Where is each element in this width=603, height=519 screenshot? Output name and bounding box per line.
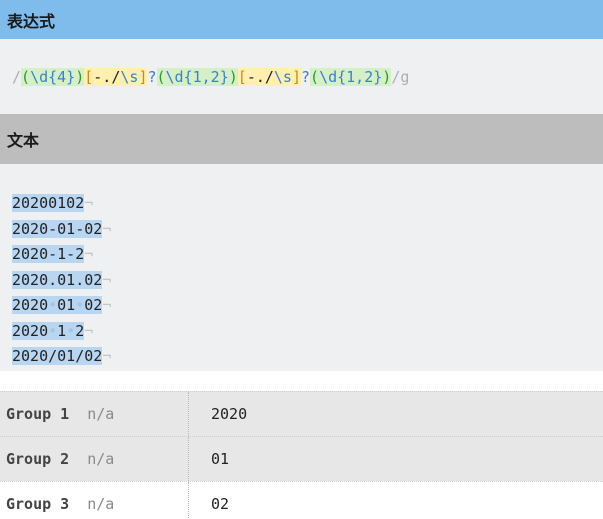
group-value: 02 [211, 495, 230, 513]
regex-group-1-close: ) [75, 67, 85, 86]
regex-group-1-digit: \d [30, 67, 49, 86]
match-highlight: 2020/01/02 [12, 347, 103, 365]
line-end-marker: ¬ [102, 347, 112, 365]
expression-header-title: 表达式 [7, 11, 56, 31]
regex-set-2-chars: -./ [246, 67, 274, 86]
test-text-editor[interactable]: 20200102¬ 2020-01-02¬ 2020-1-2¬ 2020.01.… [0, 164, 603, 371]
regex-set-1-whitespace: \s [120, 67, 139, 86]
regex-group-3-digit: \d [319, 67, 338, 86]
line-end-marker: ¬ [84, 245, 94, 263]
text-header: 文本 [0, 114, 603, 164]
regex-group-2-quantifier: {1,2} [183, 67, 229, 86]
match-part: 1 [57, 321, 67, 340]
regex-flags: g [400, 67, 410, 86]
match-part: 2020 [12, 296, 49, 314]
regex-set-2-close: ] [291, 67, 301, 86]
space-marker: • [66, 321, 76, 340]
line-end-marker: ¬ [102, 296, 112, 314]
match-part: 2 [75, 321, 85, 340]
match-highlight: 2020-01-02 [12, 219, 103, 238]
text-line: 20200102¬ [12, 191, 603, 217]
group-row: Group 1 n/a 2020 [0, 391, 603, 436]
match-highlight: 2020•1•2 [12, 321, 85, 340]
group-row: Group 2 n/a 01 [0, 436, 603, 481]
space-marker: • [48, 296, 58, 314]
match-highlight: 2020-1-2 [12, 245, 85, 263]
match-highlight: 2020•01•02 [12, 296, 103, 314]
text-line: 2020•01•02¬ [12, 293, 603, 319]
expression-editor[interactable]: /(\d {4})[-./\s]?(\d {1,2})[-./\s]?(\d {1,2… [0, 39, 603, 114]
match-part: 2020 [12, 321, 49, 340]
regex-set-1-open: [ [84, 67, 94, 86]
group-name-na: n/a [87, 450, 115, 468]
space-marker: • [48, 321, 58, 340]
regex-group-1-open: ( [21, 67, 31, 86]
match-highlight: 20200102 [12, 194, 85, 212]
text-line: 2020•1•2¬ [12, 319, 603, 345]
text-line: 2020/01/02¬ [12, 344, 603, 370]
text-line: 2020-1-2¬ [12, 242, 603, 268]
group-label-cell: Group 2 n/a [0, 437, 189, 481]
match-highlight: 2020.01.02 [12, 270, 103, 289]
group-name: Group 3 [6, 495, 70, 513]
expression-header: 表达式 [0, 0, 603, 39]
line-end-marker: ¬ [84, 321, 94, 340]
regex-group-3-quantifier: {1,2} [337, 67, 383, 86]
regex-group-3-open: ( [310, 67, 320, 86]
regex-group-2-open: ( [156, 67, 166, 86]
match-part: 02 [84, 296, 103, 314]
group-value: 2020 [211, 405, 248, 423]
group-label-cell: Group 3 n/a [0, 482, 189, 519]
group-name: Group 1 [6, 405, 70, 423]
group-name: Group 2 [6, 450, 70, 468]
group-value: 01 [211, 450, 230, 468]
regex-group-3-close: ) [382, 67, 392, 86]
line-end-marker: ¬ [84, 194, 94, 212]
line-end-marker: ¬ [102, 270, 112, 289]
regex-set-2-whitespace: \s [273, 67, 292, 86]
regex-set-1-optional: ? [147, 67, 157, 86]
group-name-na: n/a [87, 495, 115, 513]
match-part: 01 [57, 296, 76, 314]
match-groups-table: Group 1 n/a 2020 Group 2 n/a 01 Group 3 … [0, 391, 603, 519]
regex-open-slash: / [12, 67, 22, 86]
space-marker: • [75, 296, 85, 314]
regex-group-2-close: ) [228, 67, 238, 86]
text-line: 2020.01.02¬ [12, 268, 603, 294]
line-end-marker: ¬ [102, 219, 112, 238]
group-name-na: n/a [87, 405, 115, 423]
regex-set-1-close: ] [138, 67, 148, 86]
regex-set-1-chars: -./ [93, 67, 121, 86]
group-row: Group 3 n/a 02 [0, 481, 603, 519]
text-header-title: 文本 [7, 131, 40, 150]
regex-group-1-quantifier: {4} [48, 67, 76, 86]
regex-set-2-optional: ? [301, 67, 311, 86]
text-line: 2020-01-02¬ [12, 217, 603, 243]
group-label-cell: Group 1 n/a [0, 392, 189, 436]
regex-set-2-open: [ [237, 67, 247, 86]
regex-group-2-digit: \d [165, 67, 184, 86]
regex-close-slash: / [391, 67, 401, 86]
